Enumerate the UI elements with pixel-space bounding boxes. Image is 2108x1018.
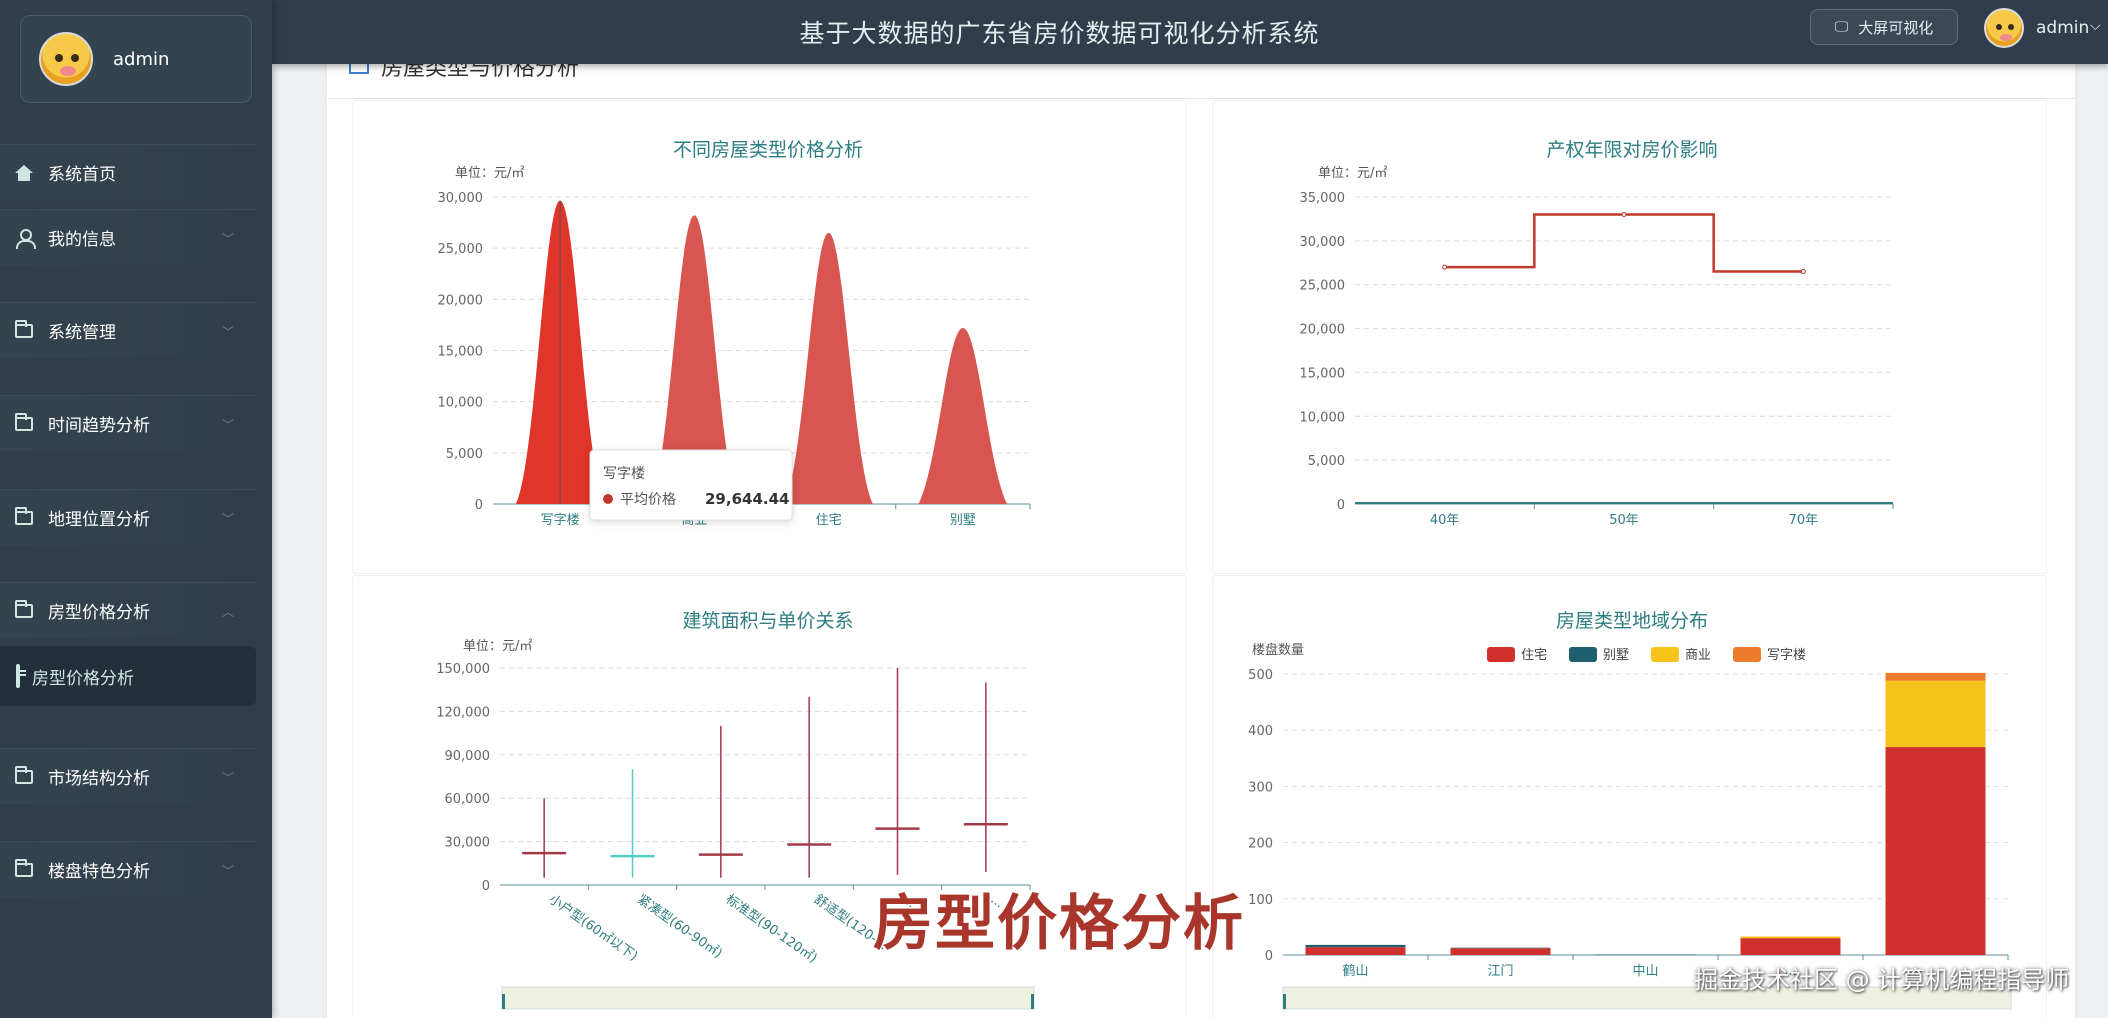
chevron-down-icon: ﹀ — [221, 771, 234, 785]
page-title: 基于大数据的广东省房价数据可视化分析系统 — [799, 19, 1320, 48]
chevron-down-icon: ﹀ — [221, 325, 234, 339]
divider — [327, 98, 2075, 99]
home-icon — [14, 164, 34, 182]
folder-icon — [14, 412, 34, 433]
avatar — [1984, 8, 2024, 48]
sidebar-item-location[interactable]: 地理位置分析 ﹀ — [0, 489, 256, 545]
chevron-up-icon: ︿ — [221, 605, 234, 619]
user-icon — [14, 228, 36, 249]
sidebar-item-house-price[interactable]: 房型价格分析 ︿ — [0, 582, 256, 638]
sidebar-item-my-info[interactable]: 我的信息 ﹀ — [0, 209, 256, 265]
sidebar-item-label: 楼盘特色分析 — [48, 862, 150, 882]
sidebar-subitem-label: 房型价格分析 — [32, 668, 134, 689]
avatar — [39, 32, 93, 86]
folder-icon — [14, 506, 34, 527]
sidebar-item-label: 系统首页 — [48, 165, 116, 185]
sidebar-subitem-house-price[interactable]: 房型价格分析 — [0, 646, 256, 706]
watermark-credit: 掘金技术社区 @ 计算机编程指导师 — [1694, 966, 2070, 994]
bigscreen-button[interactable]: 🖵 大屏可视化 — [1810, 9, 1958, 45]
sidebar-user-card[interactable]: admin — [20, 15, 252, 103]
sidebar-item-label: 市场结构分析 — [48, 769, 150, 789]
panel-region-dist — [1212, 575, 2047, 1018]
chevron-down-icon[interactable]: ⌵ — [2090, 18, 2101, 34]
chevron-down-icon: ﹀ — [221, 512, 234, 526]
sidebar-username: admin — [113, 48, 170, 70]
folder-icon — [14, 319, 34, 340]
bigscreen-label: 大屏可视化 — [1858, 18, 1934, 37]
panel-type-price — [352, 100, 1187, 574]
sidebar-item-features[interactable]: 楼盘特色分析 ﹀ — [0, 841, 256, 897]
sidebar-item-home[interactable]: 系统首页 — [0, 144, 256, 200]
watermark-title: 房型价格分析 — [873, 889, 1245, 959]
sidebar-item-label: 地理位置分析 — [48, 510, 150, 530]
monitor-icon: 🖵 — [1834, 19, 1849, 35]
sidebar-item-system[interactable]: 系统管理 ﹀ — [0, 302, 256, 358]
panel-tenure-price — [1212, 100, 2047, 574]
chevron-down-icon: ﹀ — [221, 418, 234, 432]
sidebar-item-label: 我的信息 — [48, 230, 116, 250]
chevron-down-icon: ﹀ — [221, 864, 234, 878]
sidebar-item-label: 房型价格分析 — [48, 603, 150, 623]
folder-icon — [14, 858, 34, 879]
document-icon — [16, 664, 20, 688]
sidebar-item-label: 时间趋势分析 — [48, 416, 150, 436]
sidebar: admin 系统首页 我的信息 ﹀ 系统管理 ﹀ 时间趋势分析 ﹀ 地理位置分析… — [0, 0, 272, 1018]
header-avatar[interactable] — [1984, 8, 2024, 48]
main-card: 房屋类型与价格分析 — [327, 40, 2075, 1018]
header-username[interactable]: admin — [2036, 18, 2089, 38]
chevron-down-icon: ﹀ — [221, 232, 234, 246]
sidebar-item-market[interactable]: 市场结构分析 ﹀ — [0, 748, 256, 804]
top-header: 基于大数据的广东省房价数据可视化分析系统 🖵 大屏可视化 admin ⌵ — [272, 0, 2108, 64]
sidebar-item-label: 系统管理 — [48, 323, 116, 343]
folder-icon — [14, 599, 34, 620]
sidebar-item-time-trend[interactable]: 时间趋势分析 ﹀ — [0, 395, 256, 451]
folder-icon — [14, 765, 34, 786]
